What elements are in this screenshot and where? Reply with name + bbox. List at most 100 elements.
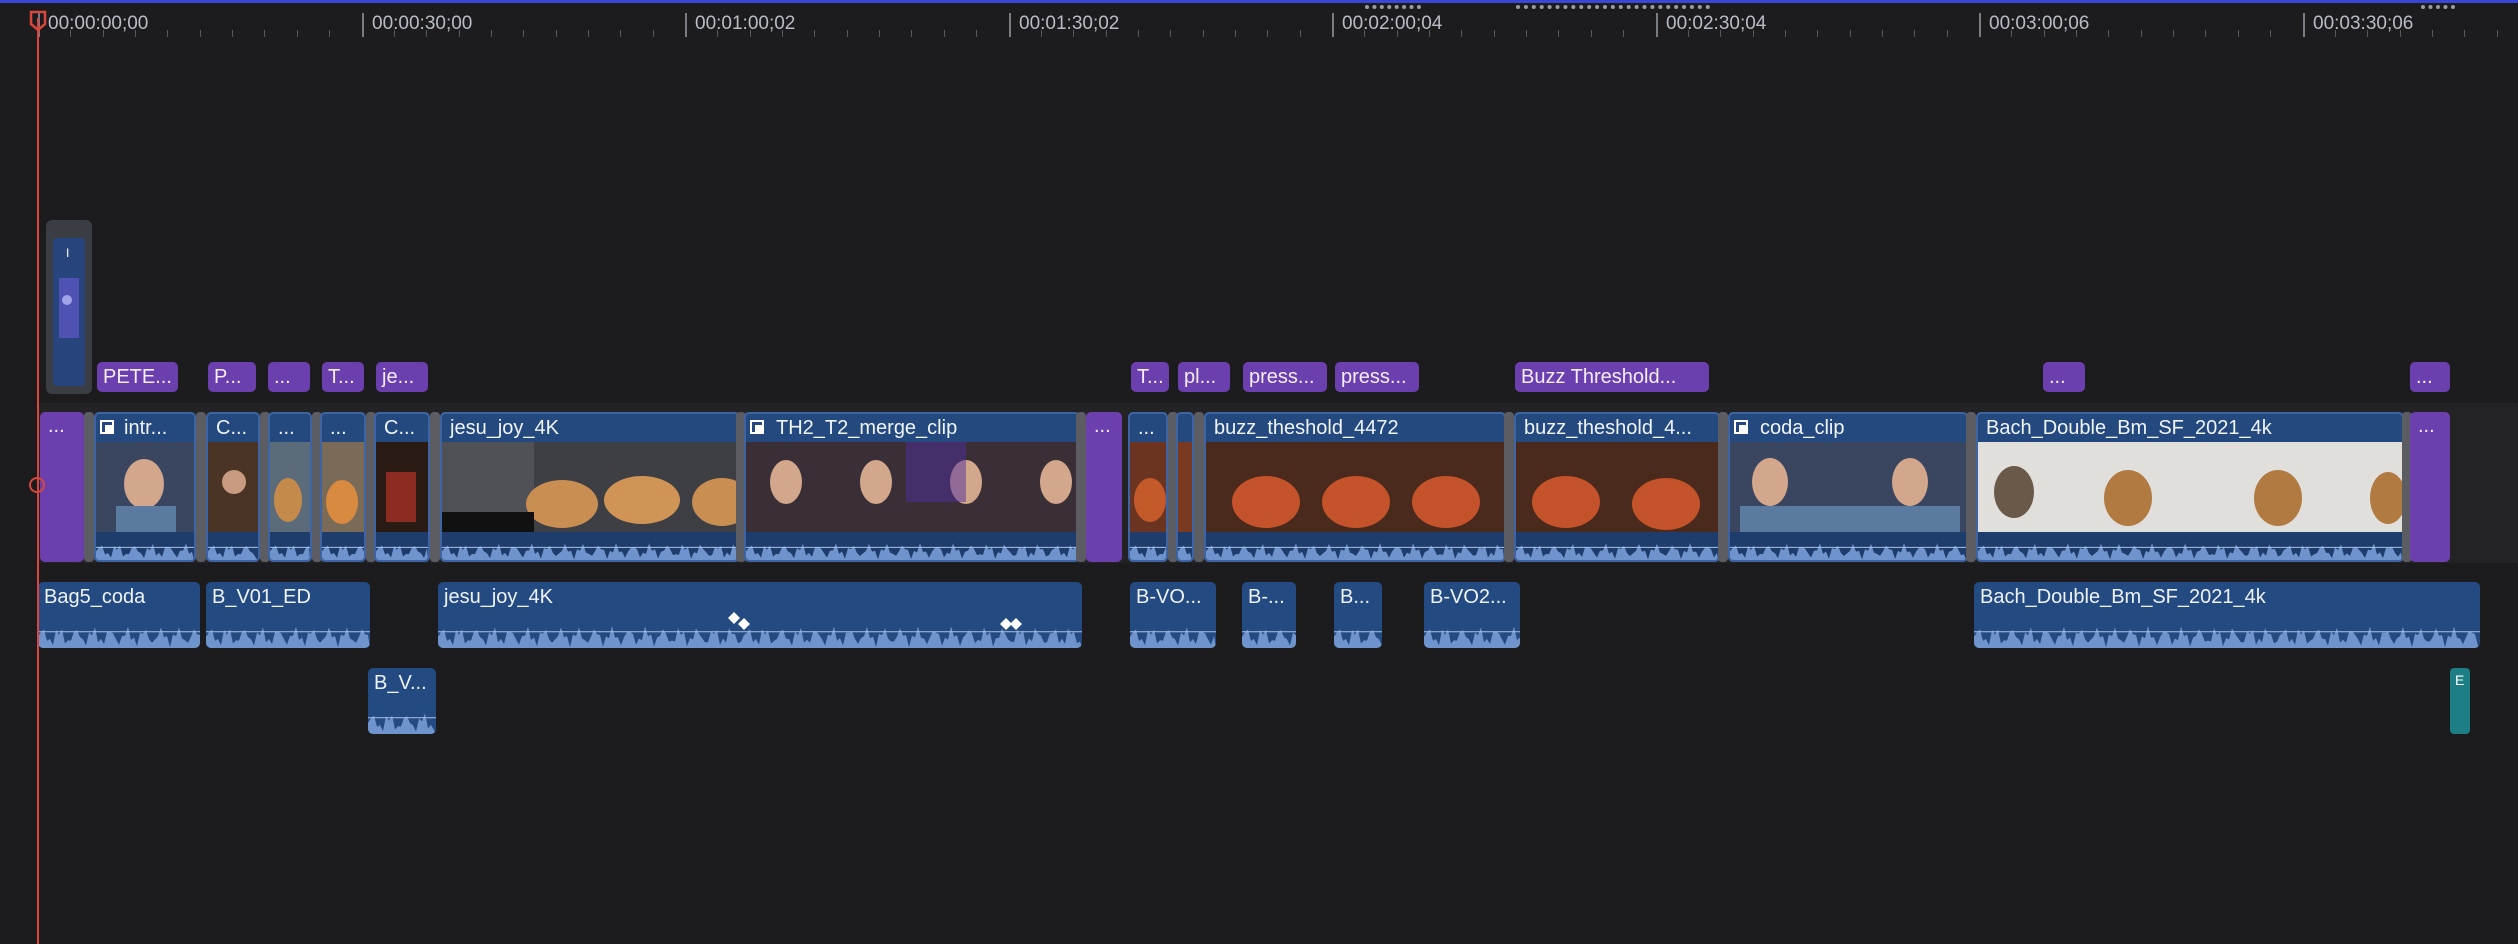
ruler-minor-tick [717, 30, 718, 37]
ruler-minor-tick [1106, 30, 1107, 37]
ruler-minor-tick [2400, 30, 2401, 37]
video-clip[interactable]: ... [320, 412, 366, 562]
video-clip[interactable]: buzz_theshold_4... [1514, 412, 1720, 562]
audio-waveform [1130, 532, 1166, 560]
ruler-minor-tick [1267, 30, 1268, 37]
ruler-minor-tick [297, 30, 298, 37]
audio-waveform [206, 612, 370, 648]
audio-waveform [322, 532, 364, 560]
gap-clip[interactable]: ... [1086, 412, 1122, 562]
ruler-minor-tick [911, 30, 912, 37]
audio-waveform [1178, 532, 1192, 560]
ruler-timecode: 00:00:30;00 [372, 13, 473, 34]
playhead-handle[interactable] [29, 10, 47, 32]
ruler-minor-tick [523, 30, 524, 37]
ruler-major-tick [1009, 13, 1011, 37]
ruler-minor-tick [2432, 30, 2433, 37]
ruler-timecode: 00:02:00;04 [1342, 13, 1443, 34]
video-clip[interactable]: coda_clip [1728, 412, 1968, 562]
audio-clip[interactable]: B-VO... [1130, 582, 1216, 648]
audio-waveform [1730, 532, 1966, 560]
ruler-minor-tick [1461, 30, 1462, 37]
keyframes[interactable] [438, 582, 1082, 648]
teal-connected-clip[interactable]: E [2450, 668, 2470, 734]
render-indicator [2421, 5, 2455, 13]
title-clip[interactable]: press... [1335, 362, 1419, 392]
video-clip[interactable] [1176, 412, 1194, 562]
ruler-minor-tick [2076, 30, 2077, 37]
audio-clip[interactable]: Bag5_coda [38, 582, 200, 648]
title-clip[interactable]: ... [2410, 362, 2450, 392]
ruler-timecode: 00:02:30;04 [1666, 13, 1767, 34]
video-clip[interactable]: intr... [94, 412, 196, 562]
audio-clip[interactable]: B... [1334, 582, 1382, 648]
ruler-major-tick [362, 13, 364, 37]
video-clip[interactable]: buzz_theshold_4472 [1204, 412, 1506, 562]
ruler-minor-tick [556, 30, 557, 37]
video-clip[interactable]: ... [1128, 412, 1168, 562]
compound-clip-icon [750, 420, 764, 434]
video-clip[interactable]: jesu_joy_4K [440, 412, 740, 562]
title-clip[interactable]: T... [1131, 362, 1169, 392]
ruler-minor-tick [1850, 30, 1851, 37]
ruler-minor-tick [2205, 30, 2206, 37]
video-clip[interactable]: C... [206, 412, 260, 562]
ruler-minor-tick [1429, 30, 1430, 37]
ruler-minor-tick [329, 30, 330, 37]
audio-waveform [96, 532, 194, 560]
timeline-ruler[interactable]: 00:00:00;00 00:00:30;00 00:01:00;02 00:01:3… [0, 0, 2518, 37]
audio-waveform [376, 532, 428, 560]
ruler-minor-tick [1882, 30, 1883, 37]
ruler-minor-tick [1073, 30, 1074, 37]
clip-separator [84, 412, 94, 562]
title-clip[interactable]: T... [322, 362, 364, 392]
ruler-minor-tick [2173, 30, 2174, 37]
clip-separator [1718, 412, 1728, 562]
still-thumbnail [53, 238, 85, 386]
title-clip[interactable]: je... [376, 362, 428, 392]
audio-clip[interactable]: B_V01_ED [206, 582, 370, 648]
title-clip[interactable]: pl... [1178, 362, 1230, 392]
video-clip[interactable]: ... [268, 412, 312, 562]
ruler-minor-tick [1397, 30, 1398, 37]
ruler-timecode: 00:03:00;06 [1989, 13, 2090, 34]
title-clip[interactable]: PETE... [97, 362, 178, 392]
audio-clip[interactable]: B-VO2... [1424, 582, 1520, 648]
ruler-timecode: 00:01:00;02 [695, 13, 796, 34]
title-clip[interactable]: press... [1243, 362, 1327, 392]
ruler-timecode: 00:00:00;00 [48, 13, 149, 34]
gap-clip[interactable]: ... [2410, 412, 2450, 562]
audio-clip[interactable]: B-... [1242, 582, 1296, 648]
audio-waveform [38, 612, 200, 648]
ruler-minor-tick [394, 30, 395, 37]
ruler-minor-tick [1591, 30, 1592, 37]
ruler-minor-tick [459, 30, 460, 37]
audio-waveform [1242, 612, 1296, 648]
title-clip[interactable]: Buzz Threshold... [1515, 362, 1709, 392]
ruler-minor-tick [264, 30, 265, 37]
ruler-minor-tick [782, 30, 783, 37]
ruler-minor-tick [167, 30, 168, 37]
video-clip[interactable]: C... [374, 412, 430, 562]
audio-clip[interactable]: Bach_Double_Bm_SF_2021_4k [1974, 582, 2480, 648]
connected-still-clip[interactable]: I [46, 220, 92, 394]
audio-waveform [1974, 612, 2480, 648]
ruler-major-tick [1656, 13, 1658, 37]
ruler-major-tick [2303, 13, 2305, 37]
ruler-minor-tick [1300, 30, 1301, 37]
audio-waveform [1334, 612, 1382, 648]
audio-waveform [1978, 532, 2402, 560]
gap-clip[interactable]: ... [40, 412, 84, 562]
video-clip[interactable]: Bach_Double_Bm_SF_2021_4k [1976, 412, 2404, 562]
ruler-minor-tick [1494, 30, 1495, 37]
video-clip[interactable]: TH2_T2_merge_clip [744, 412, 1080, 562]
ruler-timecode: 00:01:30;02 [1019, 13, 1120, 34]
ruler-minor-tick [200, 30, 201, 37]
title-clip[interactable]: ... [268, 362, 310, 392]
audio-clip[interactable]: B_V... [368, 668, 436, 734]
ruler-minor-tick [135, 30, 136, 37]
audio-clip[interactable]: jesu_joy_4K [438, 582, 1082, 648]
ruler-minor-tick [1720, 30, 1721, 37]
title-clip[interactable]: P... [208, 362, 256, 392]
title-clip[interactable]: ... [2043, 362, 2085, 392]
